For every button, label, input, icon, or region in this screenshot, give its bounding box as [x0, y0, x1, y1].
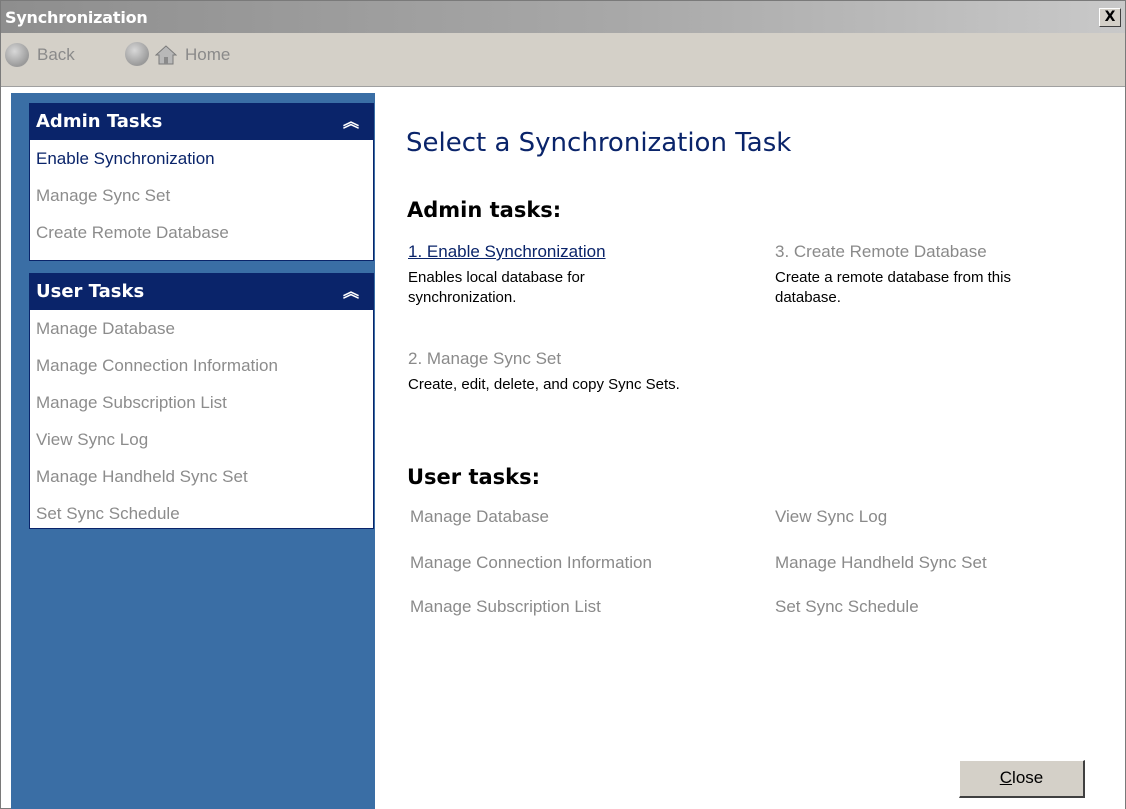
user-task-manage-handheld-sync-set[interactable]: Manage Handheld Sync Set: [775, 553, 987, 573]
sidebar-item-manage-handheld-sync-set[interactable]: Manage Handheld Sync Set: [30, 458, 373, 495]
task-description: Enables local database for synchronizati…: [408, 269, 585, 306]
sidebar-item-view-sync-log[interactable]: View Sync Log: [30, 421, 373, 458]
close-label-rest: lose: [1012, 768, 1044, 787]
user-task-manage-database[interactable]: Manage Database: [410, 507, 549, 527]
sidebar-item-enable-synchronization[interactable]: Enable Synchronization: [30, 140, 373, 177]
task-manage-sync-set: 2. Manage Sync Set Create, edit, delete,…: [408, 349, 738, 395]
task-description: Create, edit, delete, and copy Sync Sets…: [408, 376, 680, 393]
navigation-bar: Back Home: [1, 33, 1125, 87]
task-description: Create a remote database from this datab…: [775, 269, 1011, 306]
sidebar-item-manage-subscription-list[interactable]: Manage Subscription List: [30, 384, 373, 421]
back-button[interactable]: Back: [5, 42, 75, 68]
task-sidebar: Admin Tasks ︽ Enable Synchronization Man…: [11, 93, 375, 809]
user-tasks-panel: User Tasks ︽ Manage Database Manage Conn…: [29, 273, 374, 529]
create-remote-database-link[interactable]: 3. Create Remote Database: [775, 242, 1105, 262]
sidebar-item-set-sync-schedule[interactable]: Set Sync Schedule: [30, 495, 373, 532]
user-task-manage-connection-information[interactable]: Manage Connection Information: [410, 553, 652, 573]
user-tasks-title: User Tasks: [36, 281, 145, 302]
back-arrow-icon: [5, 43, 29, 67]
admin-tasks-section-title: Admin tasks:: [407, 198, 562, 222]
task-create-remote-database: 3. Create Remote Database Create a remot…: [775, 242, 1105, 308]
task-enable-synchronization: 1. Enable Synchronization Enables local …: [408, 242, 738, 308]
home-label: Home: [185, 45, 231, 64]
close-button[interactable]: Close: [959, 760, 1085, 798]
title-bar: Synchronization X: [1, 1, 1125, 33]
admin-tasks-panel: Admin Tasks ︽ Enable Synchronization Man…: [29, 103, 374, 261]
window-title: Synchronization: [5, 8, 148, 27]
enable-synchronization-link[interactable]: 1. Enable Synchronization: [408, 242, 738, 262]
home-button[interactable]: Home: [154, 42, 231, 68]
collapse-chevron-icon[interactable]: ︽: [343, 104, 359, 140]
user-tasks-section-title: User tasks:: [407, 465, 541, 489]
admin-tasks-header[interactable]: Admin Tasks ︽: [30, 104, 373, 140]
close-mnemonic: C: [999, 768, 1013, 787]
main-content: Select a Synchronization Task Admin task…: [375, 93, 1125, 809]
admin-tasks-title: Admin Tasks: [36, 111, 163, 132]
window-close-button[interactable]: X: [1099, 8, 1121, 27]
back-label: Back: [37, 45, 75, 64]
sidebar-item-create-remote-database[interactable]: Create Remote Database: [30, 214, 373, 251]
sidebar-item-manage-connection-information[interactable]: Manage Connection Information: [30, 347, 373, 384]
sidebar-item-manage-database[interactable]: Manage Database: [30, 310, 373, 347]
page-title: Select a Synchronization Task: [406, 128, 792, 158]
user-task-manage-subscription-list[interactable]: Manage Subscription List: [410, 597, 601, 617]
home-icon: [154, 45, 178, 65]
manage-sync-set-link[interactable]: 2. Manage Sync Set: [408, 349, 738, 369]
forward-arrow-icon[interactable]: [125, 42, 149, 66]
user-task-set-sync-schedule[interactable]: Set Sync Schedule: [775, 597, 919, 617]
collapse-chevron-icon[interactable]: ︽: [343, 274, 359, 310]
synchronization-window: Synchronization X Back Home Admin Tasks …: [0, 0, 1126, 809]
sidebar-item-manage-sync-set[interactable]: Manage Sync Set: [30, 177, 373, 214]
user-tasks-header[interactable]: User Tasks ︽: [30, 274, 373, 310]
user-task-view-sync-log[interactable]: View Sync Log: [775, 507, 887, 527]
